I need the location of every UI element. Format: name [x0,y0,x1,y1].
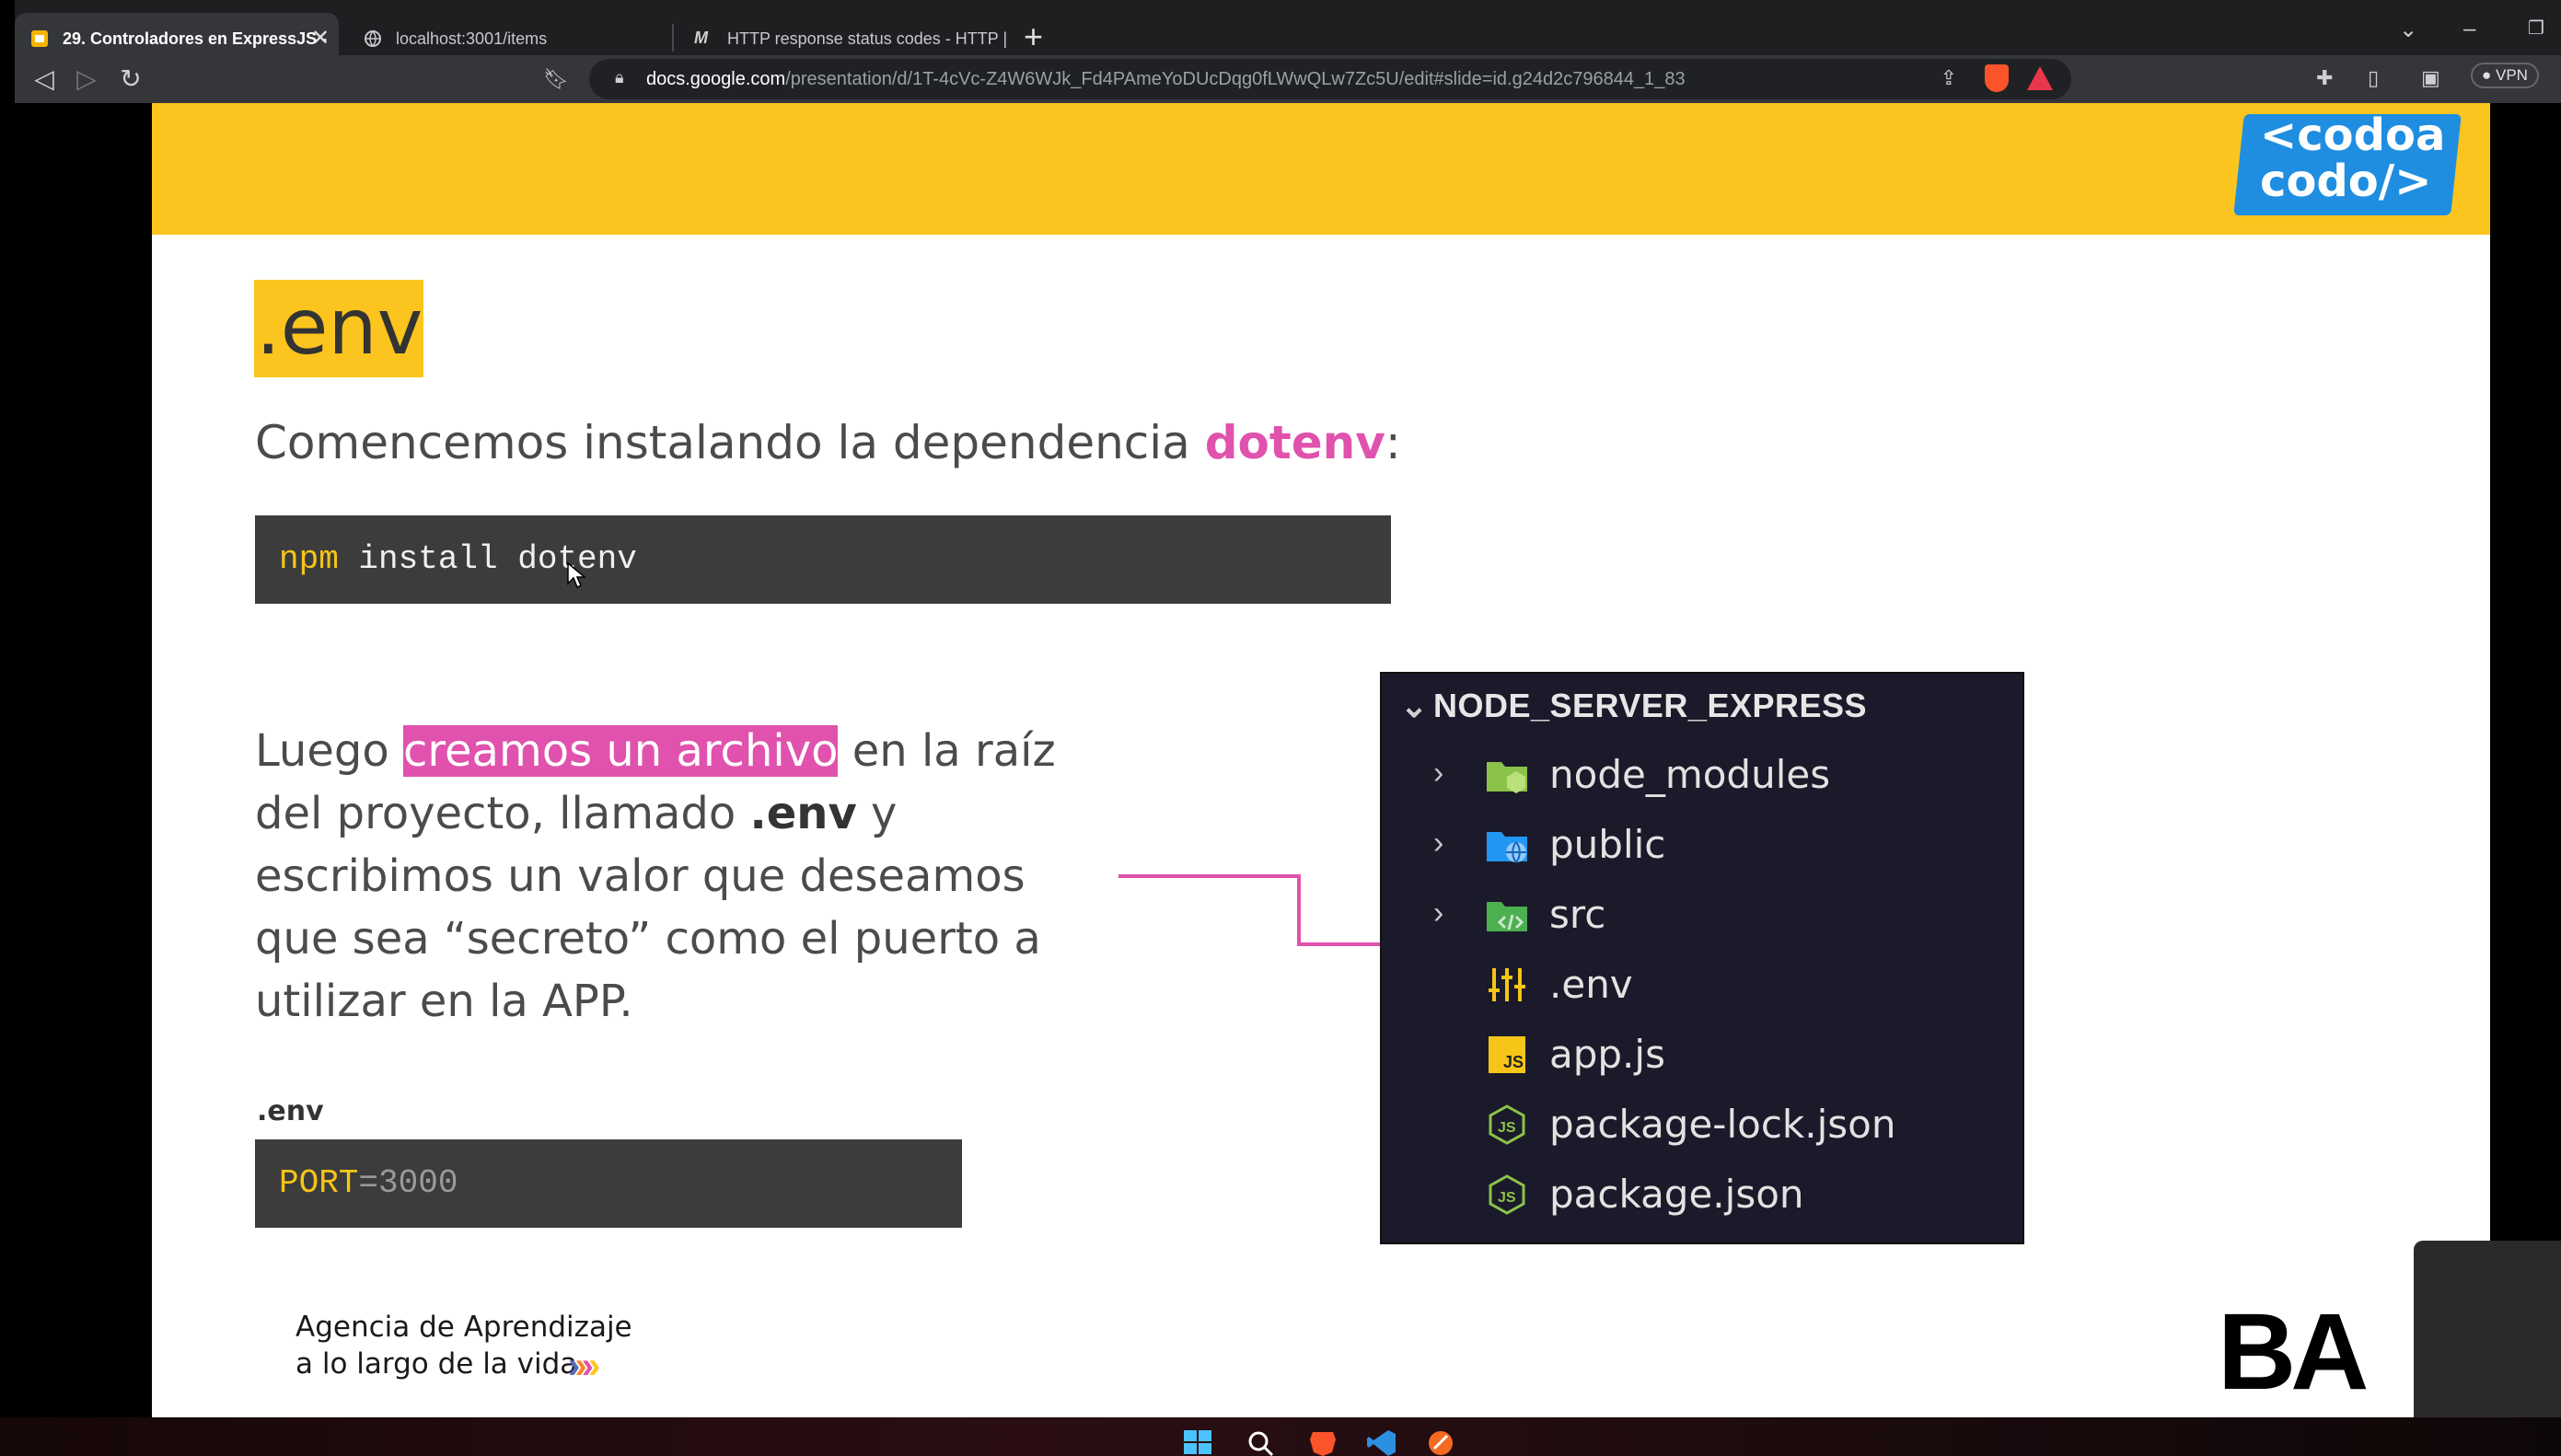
slide-header-bar [152,103,2490,235]
brave-shield-icon[interactable] [1985,64,2009,92]
mdn-icon: M [694,29,708,47]
tab-title: 29. Controladores en ExpressJS - [63,29,328,48]
tab-title: HTTP response status codes - HTTP | M [727,29,1011,48]
search-icon[interactable] [1245,1428,1276,1456]
new-tab-button[interactable]: + [1024,20,1043,53]
explorer-item: › src [1433,892,1606,937]
explorer-header: ⌄ NODE_SERVER_EXPRESS [1400,687,1868,724]
chevrons-decoration: ›››› [568,1346,601,1386]
chevron-down-icon: ⌄ [1400,687,1429,724]
globe-icon [365,30,381,47]
extensions-icon[interactable]: ✚ [2316,66,2333,90]
node-folder-icon [1487,762,1527,793]
chevron-right-icon: › [1433,896,1444,930]
ba-logo: BA [2218,1291,2369,1413]
svg-text:JS: JS [1498,1120,1516,1136]
wallet-icon[interactable]: ▣ [2421,66,2440,90]
maximize-icon[interactable]: ❐ [2528,17,2544,40]
screen: 29. Controladores en ExpressJS - ✕ local… [0,0,2561,1456]
install-command-block: npm install dotenv [255,515,1391,604]
env-content-block: PORT=3000 [255,1139,962,1228]
chevron-right-icon: › [1433,756,1444,791]
svg-text:JS: JS [1498,1190,1516,1206]
tab-search-icon[interactable]: ⌄ [2399,17,2417,43]
sidebar-icon[interactable]: ▯ [2368,66,2379,90]
env-file-label: .env [257,1095,324,1127]
tab-title: localhost:3001/items [396,29,548,48]
slide-title: .env [256,282,423,372]
tab-separator [672,24,674,52]
env-settings-icon [1489,968,1525,1001]
env-content: PORT=3000 [279,1164,458,1202]
codoacodo-logo: <codoa codo/> [2260,110,2446,207]
mouse-cursor-icon [567,561,586,589]
nodejs-icon: JS [1489,1104,1525,1145]
presentation-slide: <codoa codo/> .env Comencemos instalando… [152,103,2490,1417]
forward-icon[interactable]: ▷ [70,63,103,96]
reload-icon[interactable]: ↻ [114,63,147,96]
explanation-paragraph: Luego creamos un archivo en la raíz del … [255,725,1056,1027]
file-explorer-image: ⌄ NODE_SERVER_EXPRESS › node_modules › pu… [1380,672,2024,1244]
explorer-item: JS package.json [1382,1160,2026,1230]
url-text: docs.google.com/presentation/d/1T-4cVc-Z… [646,68,1686,89]
brave-browser-icon[interactable] [1307,1428,1338,1456]
chevron-right-icon: › [1433,826,1444,861]
back-icon[interactable]: ◁ [28,63,61,96]
explorer-item: .env [1382,950,2026,1020]
intro-text: Comencemos instalando la dependencia dot… [255,416,1401,469]
address-bar[interactable]: 🔒︎ docs.google.com/presentation/d/1T-4cV… [589,59,2071,99]
share-icon[interactable]: ⇪ [1941,66,1957,90]
explorer-item: › node_modules [1433,752,1831,797]
install-command: npm install dotenv [279,540,637,578]
src-folder-icon [1487,902,1527,931]
windows-start-icon[interactable] [1182,1428,1213,1456]
bookmark-icon[interactable]: 🔖︎ [539,63,573,96]
browser-toolbar: ◁ ▷ ↻ 🔖︎ 🔒︎ docs.google.com/presentation… [15,55,2561,103]
close-tab-icon[interactable]: ✕ [307,26,333,52]
brave-rewards-icon[interactable] [2027,66,2053,90]
minimize-icon[interactable]: – [2463,17,2475,42]
js-file-icon: JS [1489,1036,1525,1073]
nodejs-icon: JS [1489,1174,1525,1215]
explorer-item: › public [1433,822,1666,867]
lock-icon: 🔒︎ [615,68,624,87]
app-icon[interactable] [1425,1428,1456,1456]
vscode-icon[interactable] [1366,1428,1397,1456]
explorer-item: JS app.js [1382,1020,2026,1090]
public-folder-icon [1487,832,1527,863]
google-slides-icon [31,30,48,47]
vpn-button[interactable]: ● VPN [2471,63,2539,88]
svg-text:JS: JS [1503,1053,1524,1071]
explorer-item: JS package-lock.json [1382,1090,2026,1160]
os-taskbar [0,1417,2561,1456]
